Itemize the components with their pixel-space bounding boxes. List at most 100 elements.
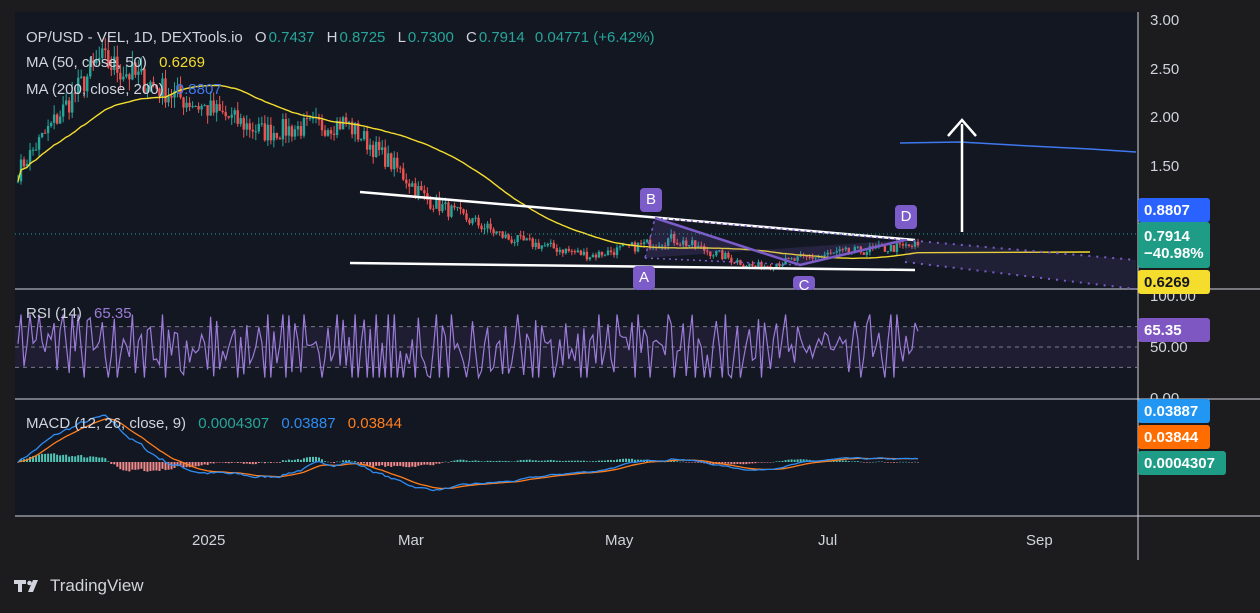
candle-body bbox=[432, 208, 435, 210]
macd-histogram-bar bbox=[751, 462, 754, 464]
candle-body bbox=[414, 183, 417, 196]
candle-body bbox=[522, 235, 525, 241]
close-label: C bbox=[465, 29, 477, 46]
candle-body bbox=[483, 228, 486, 230]
macd-histogram-bar bbox=[71, 455, 74, 462]
macd-histogram-bar bbox=[880, 461, 883, 463]
candle-body bbox=[591, 254, 595, 258]
macd-histogram-bar bbox=[417, 462, 420, 466]
candle-body bbox=[618, 246, 622, 248]
candle-body bbox=[212, 100, 215, 113]
macd-histogram-bar bbox=[468, 461, 471, 462]
macd-histogram-bar bbox=[615, 459, 618, 462]
macd-histogram-bar bbox=[152, 462, 155, 471]
pattern-point-b[interactable]: B bbox=[640, 188, 662, 212]
macd-histogram-bar bbox=[260, 461, 263, 463]
candle-body bbox=[862, 252, 866, 255]
macd-histogram-bar bbox=[414, 462, 417, 467]
pattern-point-c[interactable]: C bbox=[793, 276, 815, 290]
price-tick: 3.00 bbox=[1150, 12, 1180, 29]
candle-body bbox=[248, 123, 251, 130]
candle-body bbox=[221, 110, 224, 113]
candle-body bbox=[287, 126, 291, 136]
candle-body bbox=[865, 252, 869, 255]
macd-histogram-bar bbox=[435, 462, 438, 464]
candle-body bbox=[122, 76, 125, 80]
candle-body bbox=[266, 124, 270, 141]
candle-body bbox=[296, 126, 300, 130]
histogram-value-tag: 0.0004307 bbox=[1138, 451, 1226, 475]
rsi-legend[interactable]: RSI (14) 65.35 bbox=[26, 305, 134, 322]
macd-histogram-bar bbox=[874, 461, 877, 463]
candle-body bbox=[251, 129, 254, 132]
macd-histogram-bar bbox=[302, 458, 305, 462]
macd-histogram-bar bbox=[116, 462, 119, 467]
candle-body bbox=[31, 149, 35, 151]
candle-body bbox=[80, 76, 83, 78]
candle-body bbox=[200, 105, 203, 110]
candle-body bbox=[278, 138, 282, 140]
macd-histogram-bar bbox=[901, 461, 904, 463]
macd-value-tag: 0.03887 bbox=[1138, 399, 1210, 423]
macd-histogram-bar bbox=[287, 459, 290, 462]
macd-histogram-bar bbox=[585, 461, 588, 462]
candle-body bbox=[125, 74, 128, 77]
symbol-label[interactable]: OP/USD - VEL, 1D, DEXTools.io bbox=[26, 29, 243, 46]
macd-histogram-bar bbox=[293, 459, 296, 462]
tradingview-logo[interactable]: TradingView bbox=[14, 576, 144, 596]
candle-body bbox=[447, 202, 450, 217]
candle-body bbox=[603, 255, 607, 257]
macd-histogram-bar bbox=[859, 461, 862, 463]
macd-histogram-bar bbox=[727, 462, 730, 464]
chart-frame[interactable]: OP/USD - VEL, 1D, DEXTools.io O 0.7437 H0… bbox=[0, 0, 1260, 613]
candle-body bbox=[450, 205, 453, 217]
macd-histogram-bar bbox=[158, 462, 161, 471]
macd-histogram-bar bbox=[474, 460, 477, 462]
macd-histogram-bar bbox=[369, 462, 372, 466]
macd-histogram-bar bbox=[540, 460, 543, 462]
macd-histogram-bar bbox=[742, 462, 745, 465]
macd-histogram-bar bbox=[697, 462, 700, 463]
candle-body bbox=[16, 181, 20, 183]
macd-histogram-bar bbox=[399, 462, 402, 466]
candle-body bbox=[564, 248, 568, 254]
macd-histogram-bar bbox=[892, 462, 895, 463]
candle-body bbox=[742, 264, 745, 267]
macd-histogram-bar bbox=[745, 462, 748, 465]
macd-legend[interactable]: MACD (12, 26, close, 9) 0.0004307 0.0388… bbox=[26, 415, 404, 432]
candle-body bbox=[727, 252, 730, 258]
candle-body bbox=[555, 248, 558, 252]
macd-histogram-bar bbox=[441, 462, 444, 463]
macd-histogram-bar bbox=[784, 460, 787, 462]
candle-body bbox=[724, 252, 727, 260]
macd-histogram-bar bbox=[149, 462, 152, 471]
candle-body bbox=[260, 123, 264, 125]
ma50-legend[interactable]: MA (50, close, 50) 0.6269 bbox=[26, 54, 207, 71]
macd-histogram-bar bbox=[305, 457, 308, 462]
brand-label: TradingView bbox=[50, 576, 144, 595]
candle-body bbox=[552, 242, 555, 249]
macd-histogram-bar bbox=[766, 462, 769, 463]
macd-histogram-bar bbox=[221, 462, 224, 463]
candle-body bbox=[203, 105, 206, 107]
macd-hist-value: 0.0004307 bbox=[198, 415, 270, 432]
macd-histogram-bar bbox=[841, 460, 844, 462]
candle-body bbox=[570, 250, 574, 252]
macd-histogram-bar bbox=[778, 461, 781, 462]
candle-body bbox=[49, 122, 53, 126]
macd-histogram-bar bbox=[290, 460, 293, 462]
macd-histogram-bar bbox=[606, 460, 609, 462]
pattern-point-a[interactable]: A bbox=[633, 266, 655, 290]
candle-body bbox=[417, 185, 420, 196]
ma200-legend[interactable]: MA (200, close, 200) 0.8807 bbox=[26, 81, 224, 98]
ma200-label: MA (200, close, 200) bbox=[26, 81, 164, 98]
macd-histogram-bar bbox=[281, 460, 284, 462]
candle-body bbox=[224, 112, 227, 117]
macd-histogram-bar bbox=[224, 462, 227, 463]
macd-histogram-bar bbox=[251, 462, 254, 465]
pattern-point-d[interactable]: D bbox=[895, 205, 917, 229]
candle-body bbox=[215, 104, 218, 113]
macd-histogram-bar bbox=[284, 460, 287, 462]
macd-histogram-bar bbox=[68, 456, 71, 462]
rsi-value: 65.35 bbox=[94, 305, 132, 322]
